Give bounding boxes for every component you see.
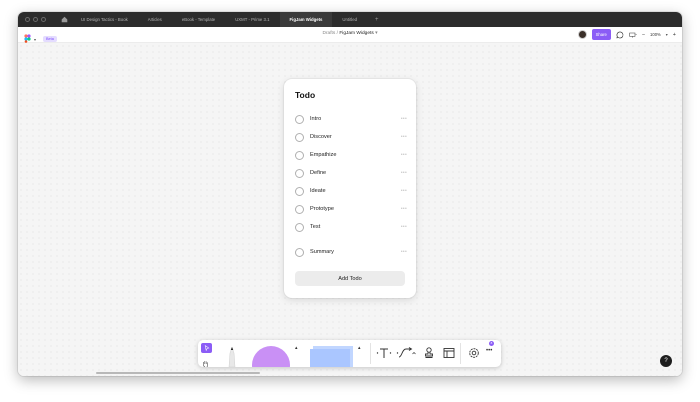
todo-checkbox[interactable] xyxy=(295,186,304,196)
todo-item-label[interactable]: Intro xyxy=(310,116,401,122)
todo-title: Todo xyxy=(295,90,316,100)
creation-toolbar: ▴ ▴ 8 ••• xyxy=(198,340,501,367)
cursor-icon xyxy=(204,345,209,351)
minimize-window-icon[interactable] xyxy=(33,17,38,22)
help-button[interactable]: ? xyxy=(660,355,672,367)
todo-item-label[interactable]: Empathize xyxy=(310,152,401,158)
gear-icon xyxy=(469,348,479,358)
todo-item-menu-icon[interactable]: ••• xyxy=(401,206,407,212)
main-menu-chevron-icon[interactable]: ▾ xyxy=(34,37,36,42)
breadcrumb-separator: / xyxy=(336,31,338,36)
maximize-window-icon[interactable] xyxy=(41,17,46,22)
todo-item-menu-icon[interactable]: ••• xyxy=(401,170,407,176)
notification-badge: 8 xyxy=(489,341,494,346)
file-name[interactable]: FigJam Widgets xyxy=(339,31,373,36)
more-tools-button[interactable]: ••• xyxy=(486,348,492,354)
todo-checkbox[interactable] xyxy=(295,204,304,214)
breadcrumb-drafts[interactable]: Drafts xyxy=(323,31,336,36)
window-controls xyxy=(25,17,57,22)
todo-checkbox[interactable] xyxy=(295,222,304,232)
todo-item-label[interactable]: Test xyxy=(310,224,401,230)
add-todo-button[interactable]: Add Todo xyxy=(295,271,405,286)
sticky-options-chevron-icon[interactable]: ▴ xyxy=(358,345,361,351)
todo-item-label[interactable]: Prototype xyxy=(310,206,401,212)
tab-bar: UI Design Tactics - Book Articles eBook … xyxy=(18,12,682,27)
stamp-tool-button[interactable] xyxy=(424,347,434,359)
tab-figjam-widgets[interactable]: FigJam Widgets xyxy=(279,12,333,27)
todo-checkbox[interactable] xyxy=(295,168,304,178)
todo-item[interactable]: Discover ••• xyxy=(295,131,407,143)
present-icon[interactable] xyxy=(629,31,637,39)
todo-item[interactable]: Intro ••• xyxy=(295,113,407,125)
connector-tool-button[interactable] xyxy=(396,347,416,359)
horizontal-scrollbar[interactable] xyxy=(96,372,260,374)
select-tool-button[interactable] xyxy=(201,343,212,353)
todo-item-menu-icon[interactable]: ••• xyxy=(401,116,407,122)
tab-articles[interactable]: Articles xyxy=(138,12,172,27)
zoom-in-button[interactable]: + xyxy=(673,32,676,38)
todo-item[interactable]: Prototype ••• xyxy=(295,203,407,215)
sticky-note-tool-button[interactable] xyxy=(310,349,350,367)
widgets-tool-button[interactable] xyxy=(468,347,480,359)
beta-badge: Beta xyxy=(43,36,57,42)
close-window-icon[interactable] xyxy=(25,17,30,22)
zoom-out-button[interactable]: − xyxy=(642,32,645,38)
hand-icon xyxy=(203,361,208,367)
todo-item-label[interactable]: Define xyxy=(310,170,401,176)
shape-tool-button[interactable] xyxy=(252,346,290,367)
toolbar-divider xyxy=(460,343,461,364)
todo-item-menu-icon[interactable]: ••• xyxy=(401,188,407,194)
todo-item-menu-icon[interactable]: ••• xyxy=(401,249,407,255)
home-icon[interactable] xyxy=(57,16,71,23)
todo-item-label[interactable]: Summary xyxy=(310,249,401,255)
todo-checkbox[interactable] xyxy=(295,114,304,124)
shape-options-chevron-icon[interactable]: ▴ xyxy=(295,345,298,351)
file-menu-chevron-icon[interactable]: ▾ xyxy=(375,31,377,36)
todo-item[interactable]: Empathize ••• xyxy=(295,149,407,161)
tab-uxmt-prime[interactable]: UXMT - Prime 3.1 xyxy=(225,12,279,27)
tab-untitled[interactable]: Untitled xyxy=(332,12,367,27)
todo-checkbox[interactable] xyxy=(295,247,304,257)
connector-icon xyxy=(396,347,416,358)
todo-widget[interactable]: Todo Intro ••• Discover ••• Empathize ••… xyxy=(284,79,416,298)
hand-tool-button[interactable] xyxy=(202,355,209,367)
comment-icon[interactable] xyxy=(616,31,624,39)
todo-item-label[interactable]: Discover xyxy=(310,134,401,140)
section-icon xyxy=(443,348,455,358)
stamp-icon xyxy=(425,347,433,358)
tab-ui-design-tactics[interactable]: UI Design Tactics - Book xyxy=(71,12,138,27)
tab-ebook-template[interactable]: eBook - Template xyxy=(172,12,225,27)
zoom-level[interactable]: 100% xyxy=(650,32,661,37)
todo-item[interactable]: Define ••• xyxy=(295,167,407,179)
todo-checkbox[interactable] xyxy=(295,150,304,160)
todo-item[interactable]: Ideate ••• xyxy=(295,185,407,197)
todo-item[interactable]: Test ••• xyxy=(295,221,407,233)
share-button[interactable]: Share xyxy=(591,29,611,40)
todo-checkbox[interactable] xyxy=(295,132,304,142)
canvas[interactable]: Todo Intro ••• Discover ••• Empathize ••… xyxy=(18,43,682,376)
todo-item-menu-icon[interactable]: ••• xyxy=(401,224,407,230)
browser-window: UI Design Tactics - Book Articles eBook … xyxy=(18,12,682,376)
todo-item[interactable]: Summary ••• xyxy=(295,246,407,258)
toolbar-divider xyxy=(370,343,371,364)
app-toolbar: ▾ Beta Drafts / FigJam Widgets ▾ Share −… xyxy=(18,27,682,43)
text-tool-button[interactable] xyxy=(376,347,392,359)
marker-tool-button[interactable] xyxy=(225,343,239,367)
todo-item-label[interactable]: Ideate xyxy=(310,188,401,194)
zoom-menu-chevron-icon[interactable]: ▾ xyxy=(666,32,668,37)
marker-icon xyxy=(228,346,236,367)
user-avatar[interactable] xyxy=(577,30,587,39)
todo-item-menu-icon[interactable]: ••• xyxy=(401,152,407,158)
todo-item-menu-icon[interactable]: ••• xyxy=(401,134,407,140)
text-icon xyxy=(376,348,392,358)
new-tab-button[interactable]: + xyxy=(367,12,387,27)
section-tool-button[interactable] xyxy=(443,347,455,359)
